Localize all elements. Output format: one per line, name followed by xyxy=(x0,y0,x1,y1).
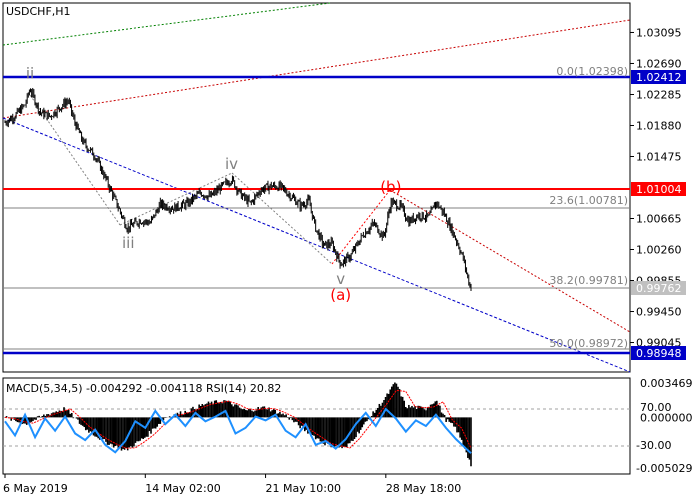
fib-label-50: 50.0(0.98972) xyxy=(549,337,628,350)
chart-canvas: 0.0(1.02398) 23.6(1.00781) 38.2(0.99781)… xyxy=(2,2,693,495)
wave-connector-a-b xyxy=(331,189,391,265)
wave-label-2: iv xyxy=(225,155,238,173)
blue-channel-line xyxy=(2,117,631,373)
indicator-tick-label-2: 0.000000 xyxy=(640,411,693,424)
price-tick-label-1: 1.02690 xyxy=(636,57,682,70)
wave-label-5: (b) xyxy=(380,178,401,196)
red-upper-trend-line xyxy=(2,19,631,119)
time-tick-label-3: 28 May 18:00 xyxy=(386,482,461,495)
indicator-tick-label-3: -30.00 xyxy=(636,439,671,452)
price-tick-label-9: 0.99450 xyxy=(636,306,682,319)
wave-connector-ii-iii xyxy=(27,91,121,226)
level-tag-1-01004: 1.01004 xyxy=(636,183,682,196)
price-tick-label-3: 1.01880 xyxy=(636,119,682,132)
wave-label-1: iii xyxy=(122,234,135,252)
wave-label-4: (a) xyxy=(330,286,351,304)
time-tick-label-0: 6 May 2019 xyxy=(3,482,68,495)
price-tick-label-2: 1.02285 xyxy=(636,88,682,101)
fib-label-0: 0.0(1.02398) xyxy=(556,65,628,78)
indicator-axis: 0.00346970.000.000000-30.00-0.005029 xyxy=(636,377,693,475)
price-tick-label-4: 1.01475 xyxy=(636,150,682,163)
indicator-title: MACD(5,34,5) -0.004292 -0.004118 RSI(14)… xyxy=(6,382,281,395)
fib-label-23-6: 23.6(1.00781) xyxy=(549,194,628,207)
price-tick-label-0: 1.03095 xyxy=(636,26,682,39)
time-tick-label-1: 14 May 02:00 xyxy=(145,482,220,495)
wave-labels: iiiiiivv(a)(b) xyxy=(26,65,402,304)
wave-label-0: ii xyxy=(26,65,34,83)
red-projection-line xyxy=(389,189,631,333)
time-axis: 6 May 2019 14 May 02:00 21 May 10:00 28 May… xyxy=(3,474,461,495)
level-tag-0-98948: 0.98948 xyxy=(636,347,682,360)
level-tag-1-02412: 1.02412 xyxy=(636,71,682,84)
trend-lines xyxy=(2,2,631,373)
level-tag-0-99762: 0.99762 xyxy=(636,282,682,295)
wave-connector-iii-iv xyxy=(119,172,233,226)
fib-label-38-2: 38.2(0.99781) xyxy=(549,274,628,287)
symbol-title: USDCHF,H1 xyxy=(6,5,71,18)
indicator-tick-label-4: -0.005029 xyxy=(636,462,692,475)
time-tick-label-2: 21 May 10:00 xyxy=(266,482,341,495)
indicator-tick-label-0: 0.003469 xyxy=(640,377,693,390)
price-tick-label-6: 1.00665 xyxy=(636,213,682,226)
price-tick-label-7: 1.00260 xyxy=(636,244,682,257)
main-plot-frame xyxy=(2,2,631,373)
